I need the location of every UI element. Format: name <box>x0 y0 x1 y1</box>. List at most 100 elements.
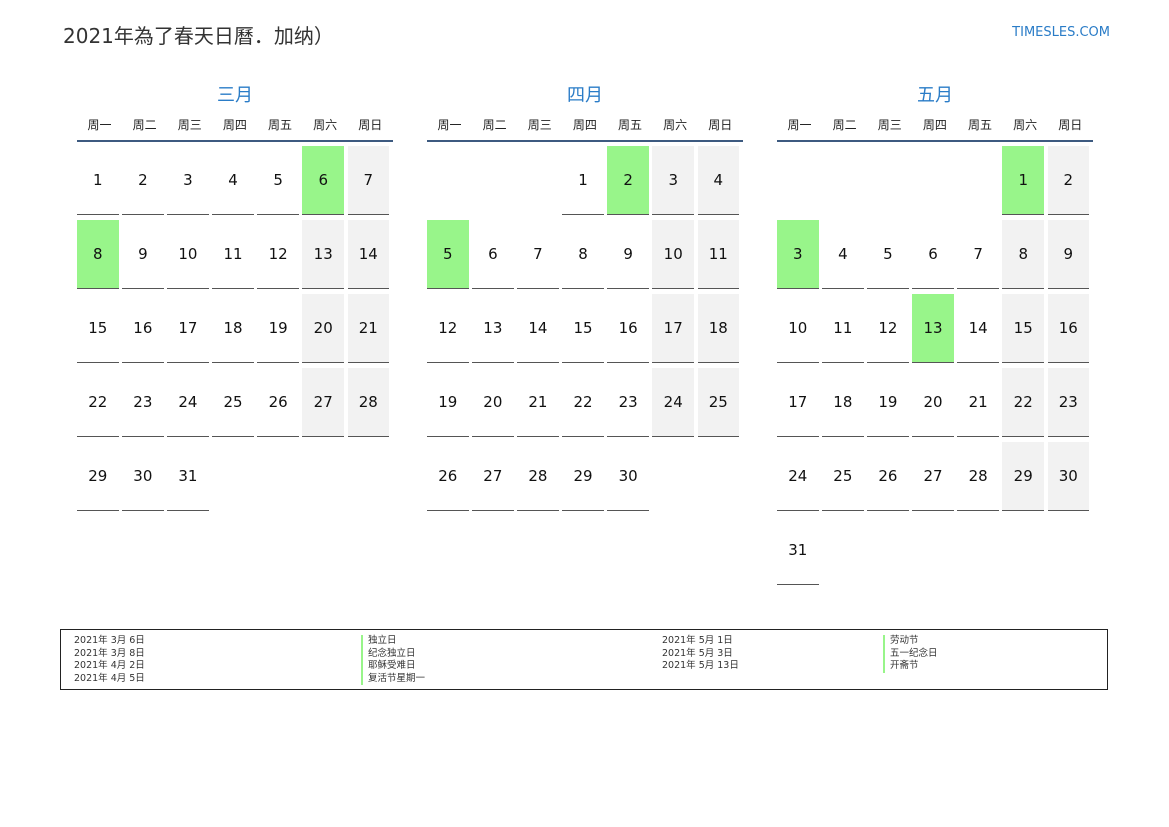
legend-date: 2021年 5月 13日 <box>662 660 739 671</box>
day-cell: 5 <box>867 220 909 289</box>
legend-holiday-name: 纪念独立日 <box>361 647 425 660</box>
day-cell: 18 <box>822 368 864 437</box>
day-cell: 11 <box>212 220 254 289</box>
weekday-label: 周一 <box>437 118 462 132</box>
day-cell: 27 <box>472 442 514 511</box>
day-cell: 17 <box>652 294 694 363</box>
legend-names-group1: 独立日 纪念独立日 耶稣受难日 复活节星期一 <box>361 635 425 685</box>
day-cell: 26 <box>427 442 469 511</box>
day-cell: 21 <box>517 368 559 437</box>
day-cell: 15 <box>1002 294 1044 363</box>
day-cell: 21 <box>957 368 999 437</box>
weekday-label: 周四 <box>222 118 247 132</box>
day-cell: 29 <box>562 442 604 511</box>
day-cell: 4 <box>212 146 254 215</box>
day-cell: 24 <box>777 442 819 511</box>
day-cell: 22 <box>562 368 604 437</box>
weekday-label: 周五 <box>968 118 993 132</box>
day-cell: 4 <box>822 220 864 289</box>
day-cell: 27 <box>302 368 344 437</box>
day-cell: 12 <box>257 220 299 289</box>
weekday-label: 周二 <box>832 118 857 132</box>
holiday-day-cell: 5 <box>427 220 469 289</box>
month-may: 五月 周一 周二 周三 周四 周五 周六 周日 1 2 3 4 5 6 7 8 9 10 11 12 1… <box>777 82 1093 585</box>
page-title: 2021年為了春天日曆．加纳） <box>63 24 334 48</box>
day-cell: 14 <box>347 220 390 289</box>
weekday-label: 周二 <box>132 118 157 132</box>
weekday-label: 周五 <box>268 118 293 132</box>
day-cell: 13 <box>472 294 514 363</box>
day-cell: 22 <box>1002 368 1044 437</box>
weekday-label: 周一 <box>787 118 812 132</box>
legend-date: 2021年 3月 8日 <box>74 647 145 659</box>
weekday-label: 周二 <box>482 118 507 132</box>
day-cell: 28 <box>957 442 999 511</box>
day-cell: 17 <box>167 294 209 363</box>
day-cell: 15 <box>562 294 604 363</box>
empty-cell <box>822 146 864 214</box>
day-cell: 3 <box>167 146 209 215</box>
legend-names-group2: 劳动节 五一纪念日 开斋节 <box>883 635 938 673</box>
day-cell: 10 <box>777 294 819 363</box>
day-cell: 14 <box>957 294 999 363</box>
holiday-legend: 2021年 3月 6日 2021年 3月 8日 2021年 4月 2日 2021… <box>60 629 1108 690</box>
weekday-label: 周三 <box>877 118 902 132</box>
legend-date: 2021年 5月 1日 <box>662 635 733 646</box>
day-cell: 12 <box>867 294 909 363</box>
day-cell: 19 <box>867 368 909 437</box>
day-cell: 25 <box>212 368 254 437</box>
day-grid: 1 2 3 4 5 6 7 8 9 10 11 12 13 14 15 16 17 18 19 20 21 22 23 24 2… <box>427 146 743 511</box>
holiday-day-cell: 13 <box>912 294 954 363</box>
day-cell: 30 <box>607 442 649 511</box>
day-cell: 20 <box>472 368 514 437</box>
legend-holiday-name: 耶稣受难日 <box>361 660 425 673</box>
site-link[interactable]: TIMESLES.COM <box>1012 25 1110 40</box>
day-cell: 24 <box>167 368 209 437</box>
day-cell: 2 <box>1047 146 1090 215</box>
day-cell: 30 <box>1047 442 1090 511</box>
holiday-day-cell: 1 <box>1002 146 1044 215</box>
day-cell: 30 <box>122 442 164 511</box>
day-cell: 14 <box>517 294 559 363</box>
day-cell: 6 <box>472 220 514 289</box>
empty-cell <box>472 146 514 214</box>
day-cell: 7 <box>347 146 390 215</box>
empty-cell <box>777 146 819 214</box>
day-cell: 26 <box>867 442 909 511</box>
day-cell: 13 <box>302 220 344 289</box>
day-cell: 1 <box>562 146 604 215</box>
empty-cell <box>517 146 559 214</box>
day-cell: 16 <box>607 294 649 363</box>
month-title: 三月 <box>217 85 253 106</box>
day-cell: 7 <box>517 220 559 289</box>
holiday-day-cell: 3 <box>777 220 819 289</box>
weekday-header: 周一 周二 周三 周四 周五 周六 周日 <box>77 110 393 142</box>
day-cell: 20 <box>912 368 954 437</box>
weekday-label: 周日 <box>708 118 733 132</box>
legend-dates-group2: 2021年 5月 1日 2021年 5月 3日 2021年 5月 13日 <box>662 635 739 673</box>
day-cell: 11 <box>822 294 864 363</box>
day-cell: 28 <box>347 368 390 437</box>
legend-holiday-name: 复活节星期一 <box>361 672 425 685</box>
weekday-label: 周三 <box>177 118 202 132</box>
day-cell: 9 <box>607 220 649 289</box>
day-cell: 20 <box>302 294 344 363</box>
day-cell: 3 <box>652 146 694 215</box>
day-cell: 19 <box>427 368 469 437</box>
day-cell: 2 <box>122 146 164 215</box>
day-cell: 4 <box>697 146 740 215</box>
day-cell: 8 <box>1002 220 1044 289</box>
holiday-day-cell: 6 <box>302 146 344 215</box>
day-cell: 18 <box>697 294 740 363</box>
month-april: 四月 周一 周二 周三 周四 周五 周六 周日 1 2 3 4 5 6 7 8 9 10 11 12 1… <box>427 82 743 511</box>
weekday-label: 周日 <box>1058 118 1083 132</box>
day-cell: 29 <box>77 442 119 511</box>
empty-cell <box>427 146 469 214</box>
day-cell: 10 <box>652 220 694 289</box>
month-title: 五月 <box>917 85 953 106</box>
weekday-label: 周一 <box>87 118 112 132</box>
day-cell: 6 <box>912 220 954 289</box>
day-cell: 18 <box>212 294 254 363</box>
weekday-label: 周六 <box>663 118 688 132</box>
day-cell: 1 <box>77 146 119 215</box>
